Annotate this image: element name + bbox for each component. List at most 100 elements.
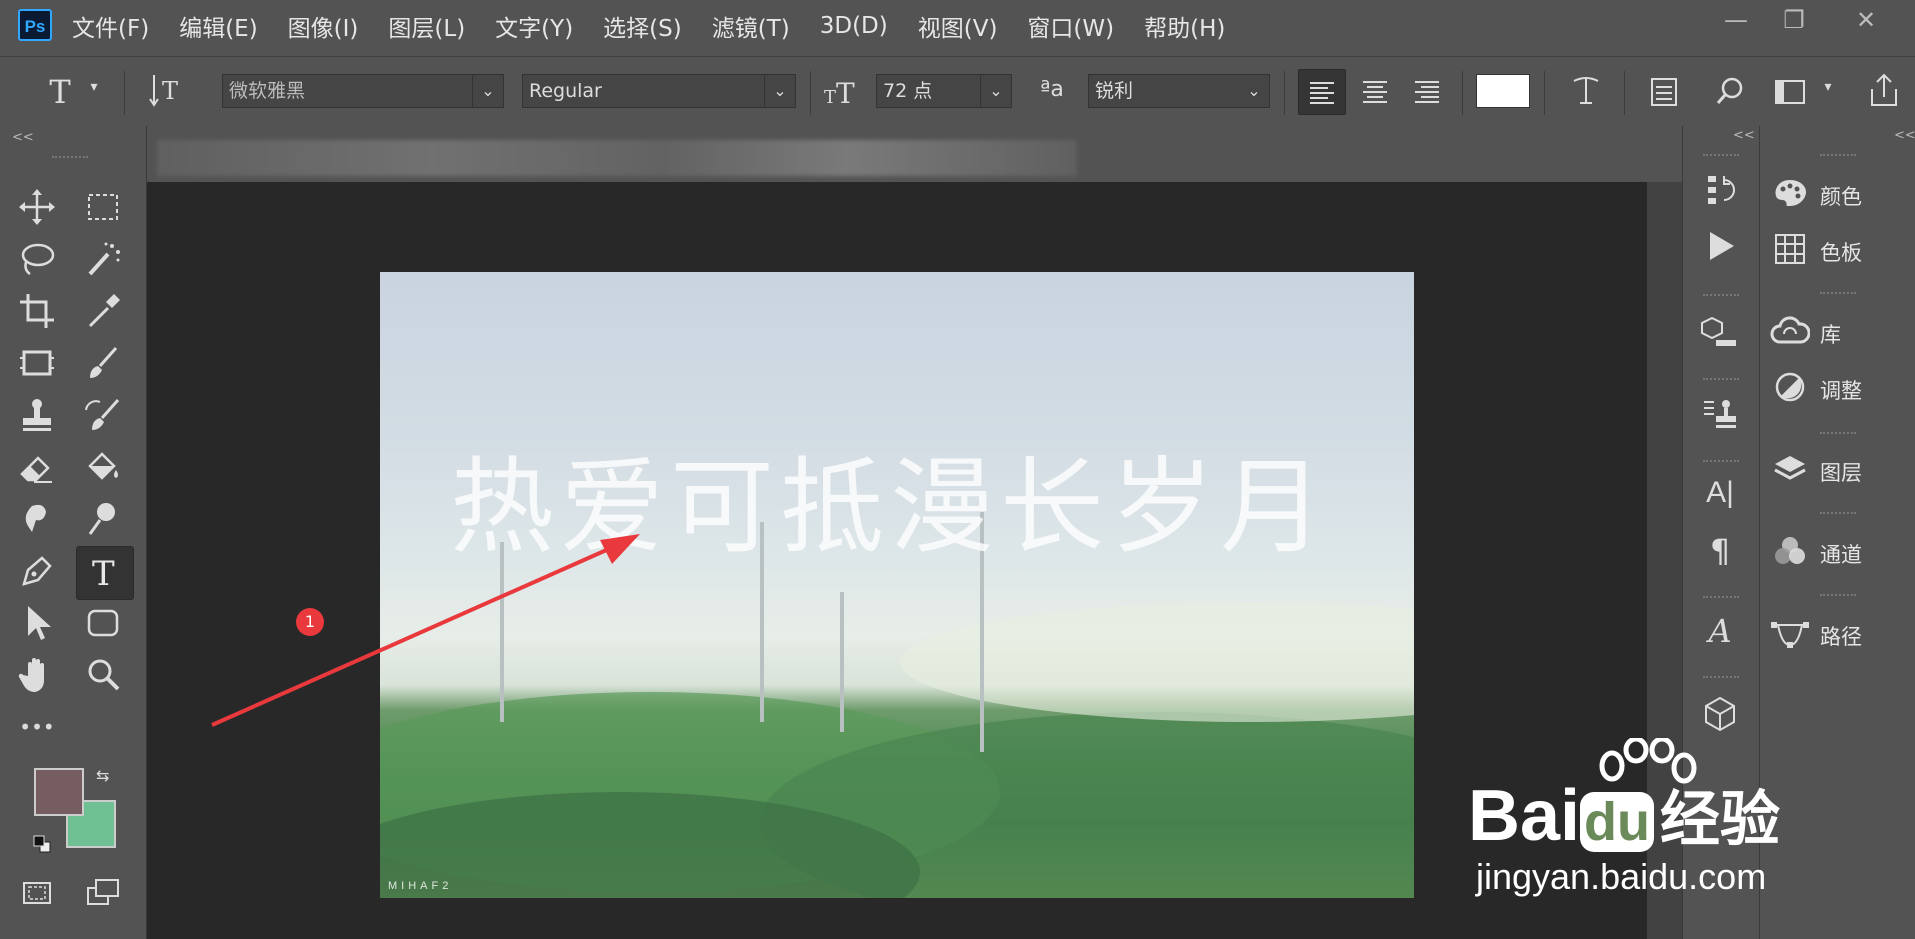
font-size-field[interactable]: 72 点 ⌄ [876, 74, 1012, 108]
lasso-tool-icon[interactable] [14, 236, 60, 282]
marquee-tool-icon[interactable] [80, 184, 126, 230]
watermark-brand-b: du [1580, 792, 1655, 852]
align-left-icon [1310, 82, 1334, 104]
panel-swatches[interactable]: 色板 [1760, 224, 1915, 280]
menu-filter[interactable]: 滤镜(T) [712, 9, 790, 43]
cloud [900, 602, 1414, 722]
brush-tool-icon[interactable] [80, 340, 126, 386]
align-right-button[interactable] [1404, 69, 1450, 113]
smudge-tool-icon[interactable] [14, 496, 60, 542]
panel-grip [1703, 378, 1739, 386]
swap-colors-icon[interactable]: ⇆ [96, 766, 118, 788]
rectangle-tool-icon[interactable] [80, 600, 126, 646]
svg-text:T: T [824, 87, 836, 107]
warp-text-icon[interactable] [1566, 73, 1606, 116]
chevron-down-icon[interactable]: ⌄ [764, 75, 795, 107]
panel-libraries[interactable]: 库 [1760, 306, 1915, 362]
baidu-watermark: Baidu 经验 jingyan.baidu.com [1468, 738, 1808, 897]
eyedropper-icon[interactable] [80, 288, 126, 334]
panel-color[interactable]: 颜色 [1760, 168, 1915, 224]
antialias-field[interactable]: 锐利 ⌄ [1088, 74, 1270, 108]
collapse-toolbar-button[interactable]: << [12, 130, 34, 145]
eraser-tool-icon[interactable] [14, 444, 60, 490]
3d-cube-icon[interactable] [1697, 694, 1743, 741]
panel-swatches-label: 色板 [1820, 241, 1862, 265]
history-brush-icon[interactable] [80, 392, 126, 438]
annotation-badge: 1 [296, 608, 324, 636]
panel-paths[interactable]: 路径 [1760, 608, 1915, 664]
type-tool-preset-icon[interactable]: T [40, 73, 80, 111]
panel-adjustments-label: 调整 [1820, 379, 1862, 403]
chevron-down-icon[interactable]: ▾ [1818, 79, 1838, 95]
menu-view[interactable]: 视图(V) [918, 9, 998, 43]
chevron-down-icon[interactable]: ⌄ [980, 75, 1011, 107]
menu-bar: Ps 文件(F) 编辑(E) 图像(I) 图层(L) 文字(Y) 选择(S) 滤… [0, 0, 1915, 52]
antialias-icon: ªa [1040, 77, 1064, 102]
collapse-panels-button[interactable]: << [1894, 128, 1915, 143]
panel-libraries-label: 库 [1820, 323, 1841, 347]
paint-bucket-icon[interactable] [80, 444, 126, 490]
workspace-icon[interactable] [1770, 73, 1810, 116]
share-icon[interactable] [1864, 71, 1904, 116]
font-family-value: 微软雅黑 [229, 80, 306, 102]
menu-type[interactable]: 文字(Y) [495, 9, 573, 43]
panel-grip [1820, 432, 1856, 440]
font-size-icon: TT [822, 75, 862, 114]
3d-objects-icon[interactable] [1697, 312, 1743, 359]
character-icon[interactable]: A| [1697, 476, 1743, 510]
paragraph-icon[interactable]: ¶ [1697, 532, 1743, 570]
chevron-down-icon[interactable]: ▾ [84, 79, 104, 95]
pen-tool-icon[interactable] [14, 548, 60, 594]
move-tool-icon[interactable] [14, 184, 60, 230]
frame-tool-icon[interactable] [14, 340, 60, 386]
divider [1624, 71, 1625, 115]
document-tab-blurred[interactable] [157, 140, 1077, 176]
align-center-button[interactable] [1352, 69, 1398, 113]
dodge-tool-icon[interactable] [80, 496, 126, 542]
zoom-tool-icon[interactable] [80, 652, 126, 698]
menu-select[interactable]: 选择(S) [603, 9, 682, 43]
restore-button[interactable]: ❐ [1764, 2, 1824, 38]
toggle-orientation-icon[interactable]: T [146, 71, 190, 116]
menu-file[interactable]: 文件(F) [72, 9, 149, 43]
menu-help[interactable]: 帮助(H) [1144, 9, 1225, 43]
font-style-field[interactable]: Regular ⌄ [522, 74, 796, 108]
collapse-dock-button[interactable]: << [1733, 128, 1755, 143]
panel-layers[interactable]: 图层 [1760, 444, 1915, 500]
menu-image[interactable]: 图像(I) [288, 9, 359, 43]
stamp-tool-icon[interactable] [14, 392, 60, 438]
menu-window[interactable]: 窗口(W) [1027, 9, 1114, 43]
artist-signature: MIHAF2 [388, 880, 453, 892]
magic-wand-icon[interactable] [80, 236, 126, 282]
path-selection-icon[interactable] [14, 600, 60, 646]
minimize-button[interactable]: — [1706, 2, 1766, 38]
more-tools-icon[interactable]: ••• [14, 704, 60, 750]
actions-play-icon[interactable] [1697, 226, 1743, 273]
font-family-field[interactable]: 微软雅黑 ⌄ [222, 74, 504, 108]
panel-adjustments[interactable]: 调整 [1760, 362, 1915, 418]
chevron-down-icon[interactable]: ⌄ [1239, 75, 1269, 107]
crop-tool-icon[interactable] [14, 288, 60, 334]
quick-mask-icon[interactable] [14, 870, 60, 916]
photoshop-logo[interactable]: Ps [18, 9, 52, 41]
history-icon[interactable] [1697, 170, 1743, 217]
character-panel-icon[interactable] [1644, 73, 1684, 116]
chevron-down-icon[interactable]: ⌄ [472, 75, 503, 107]
align-left-button[interactable] [1298, 69, 1346, 115]
search-icon[interactable] [1710, 73, 1750, 116]
menu-layer[interactable]: 图层(L) [388, 9, 465, 43]
glyphs-icon[interactable]: A [1697, 612, 1743, 650]
watermark-brand-c: 经验 [1660, 786, 1781, 853]
menu-edit[interactable]: 编辑(E) [179, 9, 257, 43]
close-button[interactable]: ✕ [1836, 2, 1896, 38]
text-color-swatch[interactable] [1476, 74, 1530, 108]
screen-mode-icon[interactable] [80, 870, 126, 916]
panel-grip [1703, 294, 1739, 302]
panel-channels[interactable]: 通道 [1760, 526, 1915, 582]
palette-icon [1760, 178, 1820, 215]
default-colors-icon[interactable] [32, 834, 54, 856]
menu-3d[interactable]: 3D(D) [820, 13, 888, 39]
type-tool-icon[interactable]: T [76, 546, 134, 600]
clone-source-icon[interactable] [1697, 394, 1743, 441]
hand-tool-icon[interactable] [14, 652, 60, 698]
